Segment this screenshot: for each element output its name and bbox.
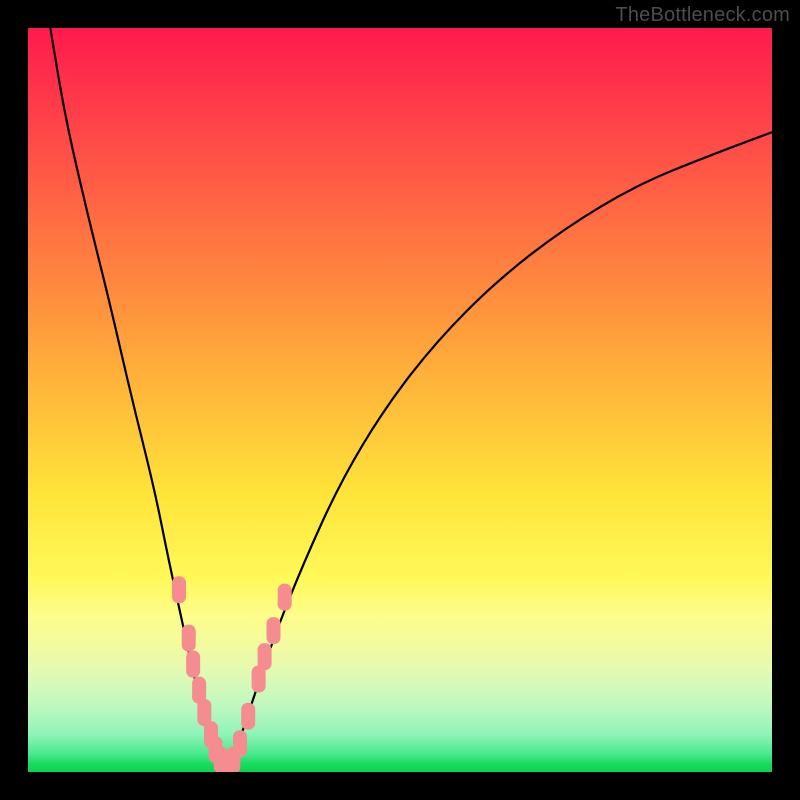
marker-layer [28, 28, 772, 772]
highlight-marker [187, 651, 200, 677]
highlight-marker [173, 577, 186, 603]
chart-frame: TheBottleneck.com [0, 0, 800, 800]
highlight-marker [278, 584, 291, 610]
highlight-marker [267, 618, 280, 644]
highlight-marker [234, 731, 247, 757]
highlight-marker [182, 625, 195, 651]
highlight-marker [242, 703, 255, 729]
watermark-text: TheBottleneck.com [615, 4, 790, 27]
plot-area [28, 28, 772, 772]
highlight-markers [173, 577, 292, 772]
highlight-marker [258, 644, 271, 670]
